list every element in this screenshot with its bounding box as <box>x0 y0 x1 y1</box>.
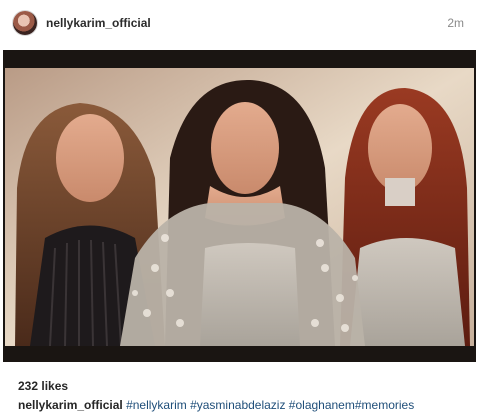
post-timestamp[interactable]: 2m <box>447 16 464 30</box>
caption-username[interactable]: nellykarim_official <box>18 398 123 412</box>
post-caption: nellykarim_official #nellykarim #yasmina… <box>18 398 414 412</box>
likes-count[interactable]: 232 likes <box>18 379 68 393</box>
post-header: nellykarim_official 2m <box>0 0 477 48</box>
instagram-post: nellykarim_official 2m 232 likes nellyka… <box>0 0 477 414</box>
avatar[interactable] <box>13 11 37 35</box>
post-photo[interactable] <box>3 50 476 362</box>
photo-image <box>5 68 474 346</box>
caption-hashtags[interactable]: #nellykarim #yasminabdelaziz #olaghanem#… <box>126 398 414 412</box>
post-username[interactable]: nellykarim_official <box>46 16 151 30</box>
